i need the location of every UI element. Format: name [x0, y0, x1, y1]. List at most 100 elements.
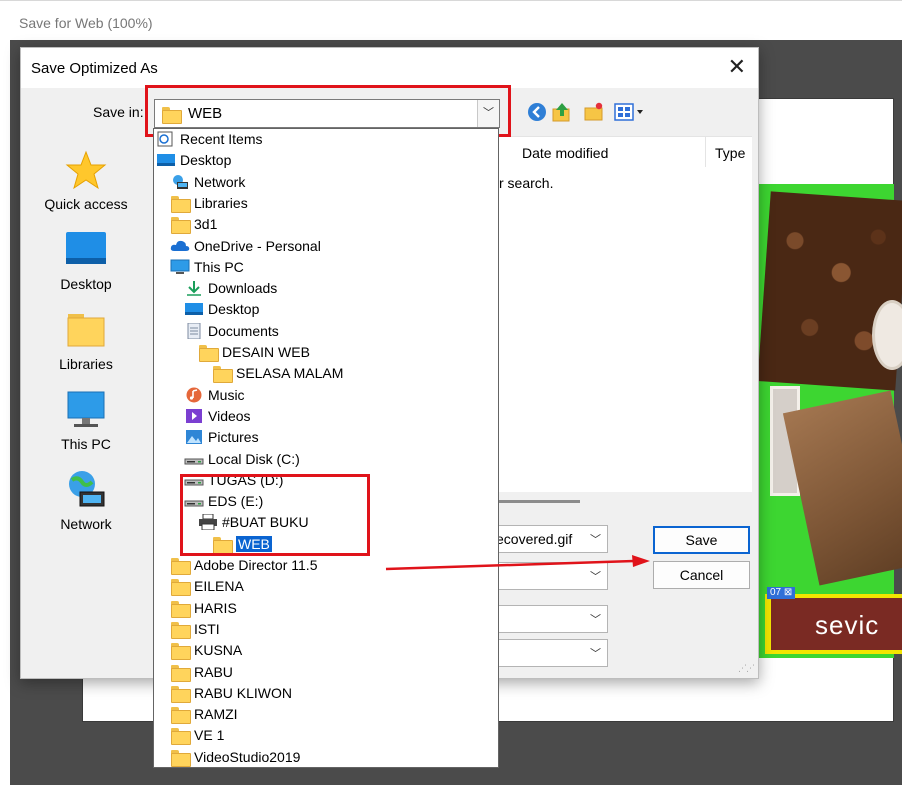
- folder-icon: [170, 685, 191, 703]
- dropdown-item-label: Documents: [208, 322, 279, 339]
- save-in-label: Save in:: [93, 104, 144, 120]
- background-window-title: Save for Web (100%): [19, 15, 153, 31]
- up-folder-icon[interactable]: [551, 101, 573, 123]
- dropdown-item[interactable]: Videos: [184, 406, 251, 426]
- place-quick-access[interactable]: Quick access: [27, 148, 145, 212]
- dropdown-item[interactable]: 3d1: [170, 214, 217, 235]
- download-icon: [184, 280, 204, 296]
- close-icon[interactable]: ✕: [728, 54, 746, 80]
- cancel-button[interactable]: Cancel: [653, 561, 750, 589]
- libraries-icon: [67, 314, 105, 347]
- horizontal-scrollbar[interactable]: [497, 500, 580, 503]
- place-this-pc[interactable]: This PC: [27, 388, 145, 452]
- dropdown-item[interactable]: RAMZI: [170, 704, 238, 725]
- dropdown-item-label: Music: [208, 386, 245, 403]
- dropdown-item-label: Videos: [208, 407, 251, 424]
- annotation-arrow-icon: [385, 555, 650, 571]
- save-button[interactable]: Save: [653, 526, 750, 554]
- chevron-down-icon[interactable]: ﹀: [590, 645, 601, 661]
- place-network[interactable]: Network: [27, 468, 145, 532]
- settings-combo[interactable]: ﹀: [491, 605, 608, 633]
- dialog-titlebar: Save Optimized As ✕: [21, 48, 758, 88]
- dropdown-item[interactable]: This PC: [170, 257, 244, 277]
- desktop-icon: [66, 232, 106, 264]
- preview-banner: sevic: [765, 594, 902, 654]
- folder-icon: [170, 578, 191, 597]
- dropdown-item[interactable]: Downloads: [184, 278, 277, 298]
- dropdown-item-label: Pictures: [208, 429, 259, 446]
- dropdown-item[interactable]: Network: [170, 172, 245, 192]
- this-pc-icon: [67, 391, 105, 427]
- cloud-icon: [170, 238, 190, 254]
- dropdown-item[interactable]: Adobe Director 11.5: [170, 555, 317, 575]
- drive-icon: [184, 451, 204, 467]
- file-name-value: ecovered.gif: [496, 531, 573, 547]
- dropdown-item-label: EILENA: [194, 578, 244, 595]
- new-folder-icon[interactable]: [583, 101, 605, 123]
- folder-icon: [170, 727, 191, 746]
- network-icon: [69, 471, 105, 507]
- dropdown-item[interactable]: ISTI: [170, 619, 220, 639]
- dropdown-item-label: RABU: [194, 663, 233, 680]
- place-label: Desktop: [60, 276, 112, 292]
- this-pc-icon: [170, 259, 190, 275]
- file-name-combo[interactable]: ecovered.gif ﹀: [491, 525, 608, 553]
- place-label: Network: [60, 516, 112, 532]
- dropdown-item[interactable]: Desktop: [156, 150, 231, 170]
- resize-grip-icon[interactable]: ⋰⋰: [738, 663, 755, 674]
- dropdown-item-label: VE 1: [194, 727, 225, 744]
- dropdown-item[interactable]: DESAIN WEB: [198, 342, 310, 362]
- folder-icon: [170, 664, 191, 682]
- place-label: This PC: [61, 436, 111, 452]
- dropdown-item[interactable]: KUSNA: [170, 640, 243, 661]
- background-window-titlebar: Save for Web (100%): [0, 0, 902, 40]
- documents-icon: [184, 322, 204, 340]
- slice-tag: 07 ⊠: [767, 587, 796, 599]
- dropdown-item[interactable]: VE 1: [170, 725, 225, 746]
- column-header-date-modified[interactable]: Date modified: [522, 145, 608, 161]
- place-libraries[interactable]: Libraries: [27, 308, 145, 372]
- places-bar: Quick access Desktop Libraries This PC N…: [27, 140, 145, 532]
- back-icon[interactable]: [526, 101, 548, 123]
- slices-combo[interactable]: ﹀: [491, 639, 608, 667]
- dropdown-item[interactable]: SELASA MALAM: [212, 363, 344, 384]
- dropdown-item[interactable]: Desktop: [184, 299, 259, 319]
- dropdown-item[interactable]: RABU KLIWON: [170, 683, 292, 703]
- dropdown-item[interactable]: EILENA: [170, 576, 244, 597]
- folder-icon: [170, 706, 191, 725]
- folder-icon: [170, 557, 191, 575]
- place-desktop[interactable]: Desktop: [27, 228, 145, 292]
- dropdown-item-label: Downloads: [208, 280, 278, 297]
- dropdown-item-label: SELASA MALAM: [236, 365, 344, 382]
- videos-icon: [184, 408, 204, 424]
- column-header-type[interactable]: Type: [715, 145, 745, 161]
- dropdown-item[interactable]: Local Disk (C:): [184, 449, 300, 469]
- dropdown-item-label: KUSNA: [194, 642, 243, 659]
- dropdown-item[interactable]: HARIS: [170, 598, 237, 618]
- dropdown-item[interactable]: Libraries: [170, 193, 248, 213]
- dropdown-item[interactable]: Recent Items: [156, 129, 262, 149]
- folder-icon: [212, 365, 233, 384]
- dropdown-item-label: RAMZI: [194, 706, 238, 723]
- place-label: Quick access: [44, 196, 128, 212]
- dropdown-item[interactable]: VideoStudio2019: [170, 747, 300, 767]
- star-icon: [65, 150, 107, 190]
- file-list[interactable]: Date modified Type r search.: [499, 136, 752, 492]
- network-icon: [170, 174, 190, 190]
- dropdown-item-label: This PC: [194, 258, 244, 275]
- dropdown-item[interactable]: RABU: [170, 662, 233, 682]
- save-in-dropdown-list[interactable]: Recent Items Desktop Network Libraries 3d1 On…: [153, 128, 499, 768]
- dropdown-item-label: Recent Items: [180, 131, 263, 147]
- dropdown-item[interactable]: Documents: [184, 321, 279, 341]
- dropdown-item-label: VideoStudio2019: [194, 748, 301, 765]
- dropdown-item-label: Desktop: [208, 301, 260, 318]
- dropdown-item[interactable]: OneDrive - Personal: [170, 236, 321, 256]
- dropdown-item[interactable]: Music: [184, 385, 245, 405]
- folder-icon: [170, 216, 191, 235]
- chevron-down-icon[interactable]: ﹀: [590, 531, 601, 547]
- dropdown-item[interactable]: Pictures: [184, 427, 259, 447]
- desktop-icon: [184, 301, 204, 317]
- view-menu-icon[interactable]: [613, 101, 647, 123]
- chevron-down-icon[interactable]: ﹀: [590, 611, 601, 627]
- dropdown-item-label: Desktop: [180, 152, 232, 169]
